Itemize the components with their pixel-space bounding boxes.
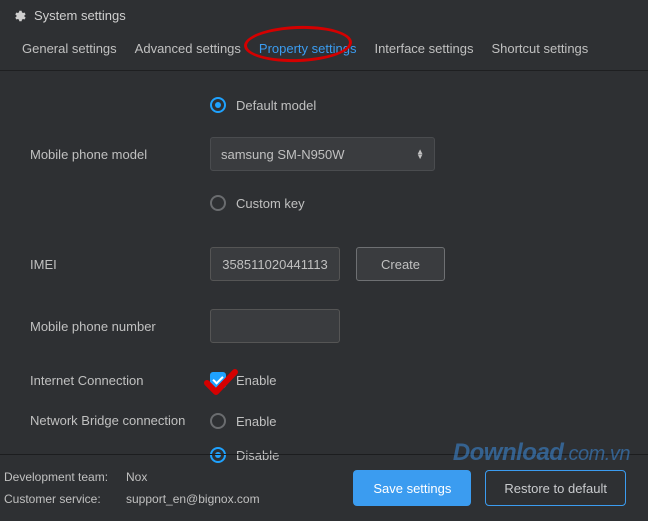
tabs: General settings Advanced settings Prope…: [0, 31, 648, 71]
customer-service-value: support_en@bignox.com: [126, 492, 260, 506]
titlebar: System settings: [0, 0, 648, 31]
radio-label-bridge-enable: Enable: [236, 414, 276, 429]
label-phone-number: Mobile phone number: [30, 319, 210, 334]
content: Mobile phone model Default model samsung…: [0, 71, 648, 467]
radio-default-model[interactable]: Default model: [210, 93, 435, 117]
model-select-value: samsung SM-N950W: [221, 147, 345, 162]
gear-icon: [12, 9, 26, 23]
radio-label-custom-key: Custom key: [236, 196, 305, 211]
radio-label-default-model: Default model: [236, 98, 316, 113]
updown-icon: ▲▼: [416, 149, 424, 159]
dev-team-label: Development team:: [4, 470, 126, 484]
phone-number-input[interactable]: [210, 309, 340, 343]
checkbox-indicator: [210, 372, 226, 388]
radio-indicator: [210, 195, 226, 211]
footer-info: Development team: Nox Customer service: …: [4, 470, 260, 506]
footer: Development team: Nox Customer service: …: [0, 455, 648, 521]
model-select[interactable]: samsung SM-N950W ▲▼: [210, 137, 435, 171]
dev-team-value: Nox: [126, 470, 147, 484]
imei-input[interactable]: [210, 247, 340, 281]
label-imei: IMEI: [30, 257, 210, 272]
checkbox-internet-enable[interactable]: Enable: [210, 368, 276, 392]
create-button[interactable]: Create: [356, 247, 445, 281]
window-title: System settings: [34, 8, 126, 23]
save-button[interactable]: Save settings: [353, 470, 471, 506]
customer-service-label: Customer service:: [4, 492, 126, 506]
restore-button[interactable]: Restore to default: [485, 470, 626, 506]
radio-indicator: [210, 413, 226, 429]
label-mobile-phone-model: Mobile phone model: [30, 147, 210, 162]
tab-general[interactable]: General settings: [22, 41, 117, 56]
tab-shortcut[interactable]: Shortcut settings: [491, 41, 588, 56]
tab-advanced[interactable]: Advanced settings: [135, 41, 241, 56]
tab-interface[interactable]: Interface settings: [374, 41, 473, 56]
label-network-bridge: Network Bridge connection: [30, 409, 210, 428]
tab-property[interactable]: Property settings: [259, 41, 357, 56]
radio-bridge-enable[interactable]: Enable: [210, 409, 279, 433]
radio-indicator: [210, 97, 226, 113]
footer-actions: Save settings Restore to default: [353, 470, 626, 506]
radio-custom-key[interactable]: Custom key: [210, 191, 435, 215]
checkbox-label-enable: Enable: [236, 373, 276, 388]
label-internet-connection: Internet Connection: [30, 373, 210, 388]
